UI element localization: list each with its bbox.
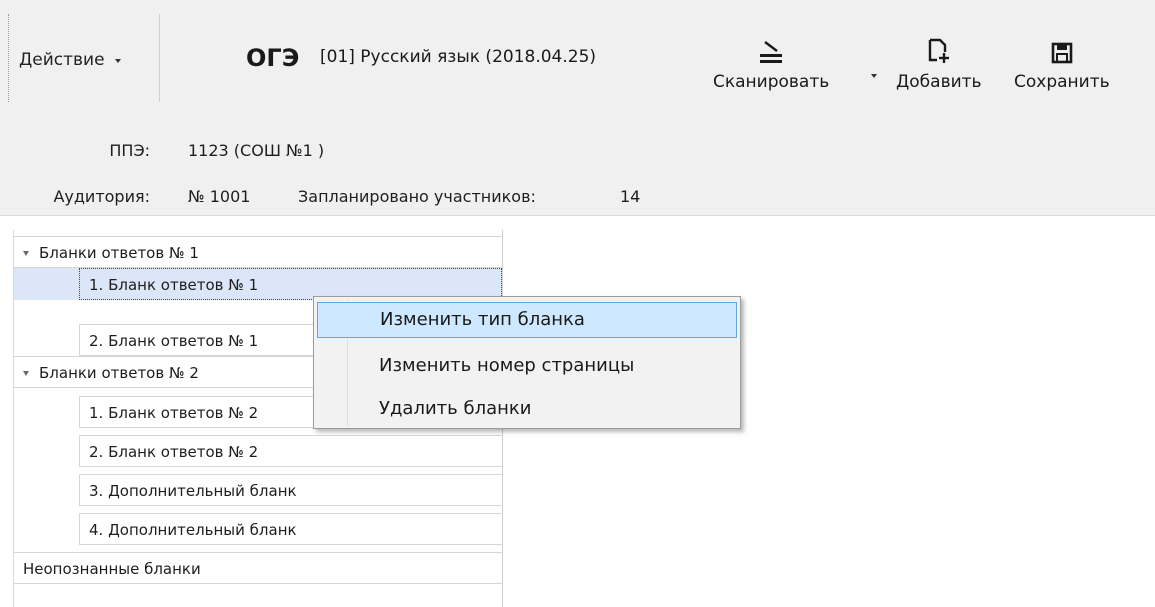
info-panel: ППЭ: 1123 (СОШ №1 ) Аудитория: № 1001 За… (0, 119, 1155, 216)
menu-item-label: Удалить бланки (379, 398, 532, 419)
collapse-arrow-icon[interactable] (23, 251, 29, 256)
save-button[interactable]: Сохранить (1014, 28, 1110, 92)
tree-group[interactable]: Бланки ответов № 1 (14, 236, 502, 268)
tree-group[interactable]: Неопознанные бланки (14, 552, 502, 584)
ppe-label: ППЭ: (109, 141, 150, 160)
exam-subject: [01] Русский язык (2018.04.25) (320, 47, 597, 67)
tree-item-label: 4. Дополнительный бланк (89, 521, 297, 539)
tree-item-label: 1. Бланк ответов № 1 (89, 276, 259, 294)
scan-label: Сканировать (713, 72, 830, 92)
exam-type: ОГЭ (246, 44, 300, 72)
planned-label: Запланировано участников: (298, 187, 536, 206)
scanner-icon (760, 41, 783, 63)
scan-options-chevron-icon[interactable] (871, 74, 877, 78)
collapse-arrow-icon[interactable] (23, 371, 29, 376)
save-label: Сохранить (1014, 72, 1110, 92)
tree-item-label: 2. Бланк ответов № 1 (89, 332, 259, 350)
tree-group-label: Бланки ответов № 2 (39, 364, 199, 382)
context-menu: Изменить тип бланка Изменить номер стран… (313, 296, 741, 429)
tree-item[interactable]: 4. Дополнительный бланк (79, 513, 502, 545)
tree-item[interactable]: 3. Дополнительный бланк (79, 474, 502, 506)
scan-button[interactable]: Сканировать (713, 28, 829, 92)
add-button[interactable]: Добавить (896, 28, 982, 92)
tree-item[interactable]: 2. Бланк ответов № 2 (79, 435, 502, 467)
toolbar-separator (159, 14, 160, 102)
ppe-value: 1123 (СОШ №1 ) (188, 141, 325, 160)
add-document-icon (928, 38, 949, 63)
planned-value: 14 (620, 187, 641, 206)
chevron-down-icon (114, 58, 121, 63)
room-value: № 1001 (188, 187, 251, 206)
selection-highlight (14, 268, 79, 300)
menu-item-label: Изменить номер страницы (379, 355, 635, 376)
menu-item-change-page-number[interactable]: Изменить номер страницы (317, 348, 737, 384)
toolbar-grip[interactable] (8, 14, 9, 102)
action-label: Действие (19, 49, 105, 70)
tree-group-label: Бланки ответов № 1 (39, 244, 199, 262)
tree-item-label: 2. Бланк ответов № 2 (89, 443, 259, 461)
toolbar: Действие ОГЭ [01] Русский язык (2018.04.… (0, 0, 1155, 119)
tree-item-label: 3. Дополнительный бланк (89, 482, 297, 500)
action-dropdown-button[interactable]: Действие (19, 0, 121, 119)
tree-item-label: 1. Бланк ответов № 2 (89, 404, 259, 422)
save-icon (1051, 42, 1073, 64)
menu-item-label: Изменить тип бланка (380, 309, 585, 330)
menu-item-delete-forms[interactable]: Удалить бланки (317, 391, 737, 427)
room-label: Аудитория: (53, 187, 150, 206)
tree-group-label: Неопознанные бланки (23, 560, 201, 578)
add-label: Добавить (896, 72, 982, 92)
menu-item-change-form-type[interactable]: Изменить тип бланка (317, 302, 737, 338)
